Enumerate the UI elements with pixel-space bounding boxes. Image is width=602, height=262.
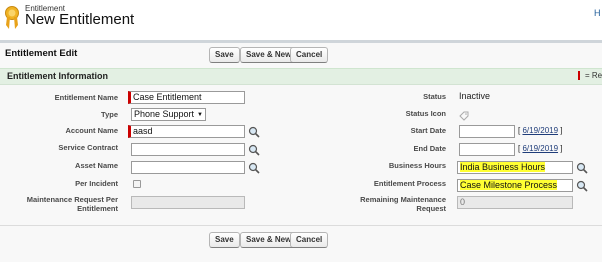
cancel-button-top[interactable]: Cancel bbox=[290, 47, 329, 63]
status-value: Inactive bbox=[459, 91, 491, 101]
asset-name-label: Asset Name bbox=[75, 161, 118, 170]
remaining-maintenance-request-field: 0 bbox=[457, 196, 573, 209]
asset-lookup-icon[interactable] bbox=[248, 161, 260, 174]
account-lookup-icon[interactable] bbox=[248, 125, 260, 138]
remaining-maintenance-request-label: Remaining Maintenance Request bbox=[360, 195, 446, 213]
type-label: Type bbox=[101, 110, 118, 119]
start-date-today-link[interactable]: [ 6/19/2019 ] bbox=[518, 126, 563, 135]
maintenance-request-per-entitlement-field bbox=[131, 196, 245, 209]
service-contract-lookup-icon[interactable] bbox=[248, 143, 260, 156]
status-icon-label: Status Icon bbox=[405, 109, 446, 118]
entitlement-process-lookup-icon[interactable] bbox=[576, 179, 588, 192]
account-name-label: Account Name bbox=[65, 126, 118, 135]
business-hours-lookup-icon[interactable] bbox=[576, 161, 588, 174]
end-date-today-link[interactable]: [ 6/19/2019 ] bbox=[518, 144, 563, 153]
type-select[interactable]: Phone Support ▼ bbox=[131, 108, 206, 121]
required-legend: = Re bbox=[585, 71, 602, 80]
entitlement-ribbon-icon bbox=[4, 5, 20, 31]
per-incident-label: Per Incident bbox=[75, 179, 118, 188]
section-title: Entitlement Information bbox=[7, 71, 108, 81]
end-date-label: End Date bbox=[413, 144, 446, 153]
type-select-value: Phone Support bbox=[134, 109, 195, 119]
required-marker bbox=[578, 71, 580, 80]
business-hours-field[interactable]: India Business Hours bbox=[457, 161, 573, 174]
status-label: Status bbox=[423, 92, 446, 101]
end-date-today-text[interactable]: 6/19/2019 bbox=[522, 144, 558, 153]
start-date-today-text[interactable]: 6/19/2019 bbox=[522, 126, 558, 135]
save-button-top[interactable]: Save bbox=[209, 47, 240, 63]
service-contract-label: Service Contract bbox=[58, 143, 118, 152]
entitlement-name-label: Entitlement Name bbox=[54, 93, 118, 102]
account-name-field[interactable]: aasd bbox=[128, 125, 245, 138]
start-date-field[interactable] bbox=[459, 125, 515, 138]
cancel-button-bottom[interactable]: Cancel bbox=[290, 232, 329, 248]
per-incident-checkbox[interactable] bbox=[133, 180, 141, 188]
business-hours-label: Business Hours bbox=[388, 161, 446, 170]
dropdown-arrow-icon: ▼ bbox=[197, 112, 203, 118]
entitlement-name-field[interactable]: Case Entitlement bbox=[128, 91, 245, 104]
maintenance-request-per-entitlement-label: Maintenance Request Per Entitlement bbox=[26, 195, 118, 213]
help-link[interactable]: H bbox=[594, 8, 601, 18]
service-contract-field[interactable] bbox=[131, 143, 245, 156]
save-button-bottom[interactable]: Save bbox=[209, 232, 240, 248]
page-title: New Entitlement bbox=[25, 11, 135, 28]
footer-divider bbox=[0, 225, 602, 226]
asset-name-field[interactable] bbox=[131, 161, 245, 174]
edit-title: Entitlement Edit bbox=[5, 48, 78, 59]
business-hours-value: India Business Hours bbox=[460, 162, 546, 172]
end-date-field[interactable] bbox=[459, 143, 515, 156]
entitlement-process-field[interactable]: Case Milestone Process bbox=[457, 179, 573, 192]
save-and-new-button-top[interactable]: Save & New bbox=[240, 47, 298, 63]
start-date-label: Start Date bbox=[410, 126, 446, 135]
status-tag-icon bbox=[459, 108, 469, 121]
entitlement-process-value: Case Milestone Process bbox=[460, 180, 558, 190]
save-and-new-button-bottom[interactable]: Save & New bbox=[240, 232, 298, 248]
entitlement-process-label: Entitlement Process bbox=[373, 179, 446, 188]
